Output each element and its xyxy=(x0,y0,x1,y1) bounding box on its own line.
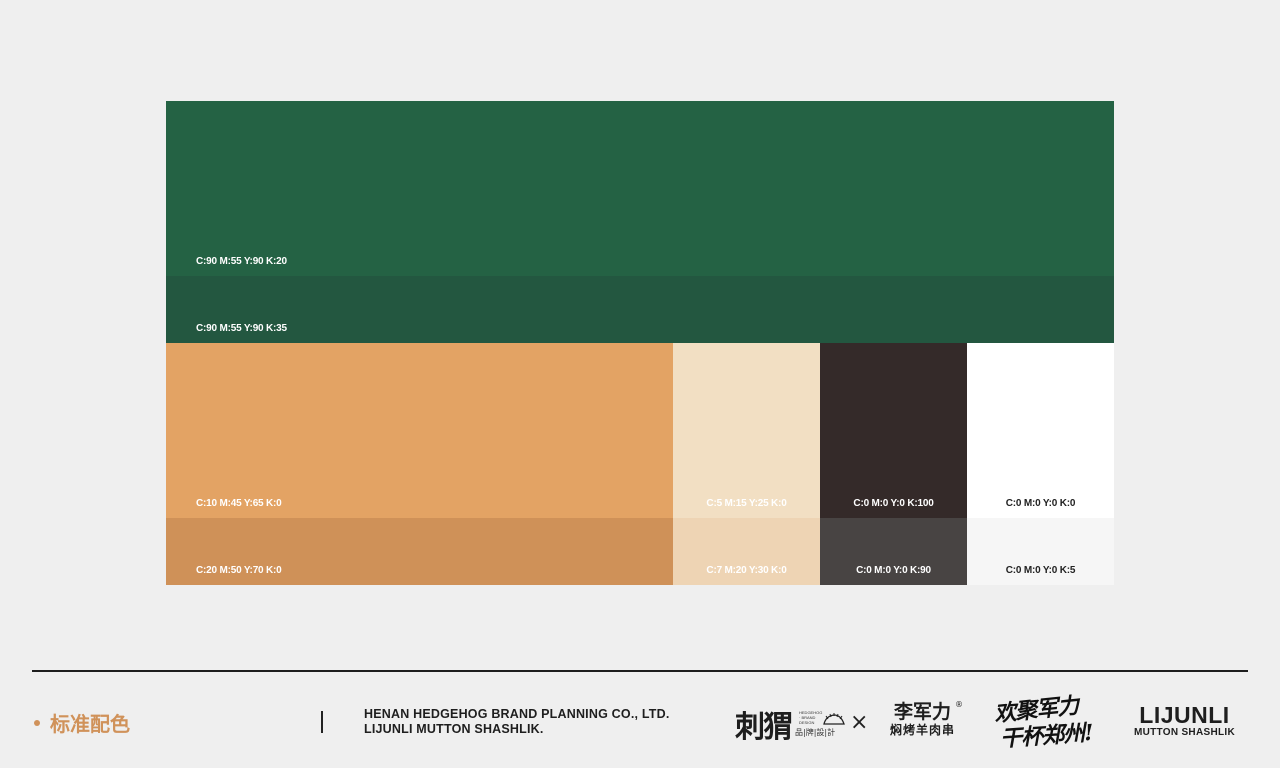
lijunli-cn-name: 李军力 xyxy=(894,701,952,723)
swatch-label: C:10 M:45 Y:65 K:0 xyxy=(196,498,282,509)
swatch-orange-main: C:10 M:45 Y:65 K:0 xyxy=(166,343,673,518)
vertical-separator xyxy=(321,711,323,733)
wordmark-sub: MUTTON SHASHLIK xyxy=(1134,727,1235,738)
lijunli-wordmark: LIJUNLI MUTTON SHASHLIK xyxy=(1134,703,1235,739)
swatch-white-main: C:0 M:0 Y:0 K:0 xyxy=(967,343,1114,518)
swatch-white-5: C:0 M:0 Y:0 K:5 xyxy=(967,518,1114,585)
swatch-cream-main: C:5 M:15 Y:25 K:0 xyxy=(673,343,820,518)
section-title-text: 标准配色 xyxy=(50,712,130,736)
section-title: 标准配色 xyxy=(34,708,130,737)
swatch-label: C:90 M:55 Y:90 K:35 xyxy=(196,323,287,334)
company-line-2: LIJUNLI MUTTON SHASHLIK. xyxy=(364,722,544,736)
swatch-label: C:0 M:0 Y:0 K:5 xyxy=(1005,565,1076,576)
registered-mark-icon: ® xyxy=(955,700,964,709)
calligraphy-slogan: 欢聚军力 干杯郑州! xyxy=(993,692,1110,753)
swatch-orange-dark: C:20 M:50 Y:70 K:0 xyxy=(166,518,673,585)
lijunli-cn-product: 焖烤羊肉串 xyxy=(890,723,956,737)
swatch-black-main: C:0 M:0 Y:0 K:100 xyxy=(820,343,967,518)
swatch-label: C:90 M:55 Y:90 K:20 xyxy=(196,256,287,267)
wordmark-name: LIJUNLI xyxy=(1139,702,1230,728)
company-info: HENAN HEDGEHOG BRAND PLANNING CO., LTD. … xyxy=(364,707,670,737)
slogan-line-2: 干杯郑州! xyxy=(999,719,1094,753)
hedgehog-logo-sub: 品|牌|設|計 xyxy=(795,728,836,737)
hedgehog-logo-en: HEDGEHOG · BRAND DESIGN xyxy=(799,710,823,725)
swatch-green-k20: C:90 M:55 Y:90 K:20 xyxy=(166,101,1114,276)
hedgehog-logo-cn: 刺猬 xyxy=(735,710,793,745)
swatch-green-k35: C:90 M:55 Y:90 K:35 xyxy=(166,276,1114,343)
color-palette: C:90 M:55 Y:90 K:20 C:90 M:55 Y:90 K:35 … xyxy=(166,101,1114,585)
swatch-label: C:0 M:0 Y:0 K:0 xyxy=(1005,498,1076,509)
lijunli-cn-logo: 李军力 焖烤羊肉串 ® xyxy=(890,700,963,737)
swatch-black-90: C:0 M:0 Y:0 K:90 xyxy=(820,518,967,585)
swatch-label: C:0 M:0 Y:0 K:90 xyxy=(856,565,931,576)
swatch-label: C:20 M:50 Y:70 K:0 xyxy=(196,565,282,576)
hedgehog-icon xyxy=(823,713,845,725)
swatch-label: C:5 M:15 Y:25 K:0 xyxy=(706,498,787,509)
swatch-cream-dark: C:7 M:20 Y:30 K:0 xyxy=(673,518,820,585)
bullet-dot-icon xyxy=(34,719,40,726)
cross-icon: × xyxy=(850,710,869,735)
swatch-label: C:7 M:20 Y:30 K:0 xyxy=(706,565,787,576)
swatch-label: C:0 M:0 Y:0 K:100 xyxy=(853,498,934,509)
footer-divider xyxy=(32,670,1248,672)
hedgehog-brand-logo: 刺猬 HEDGEHOG · BRAND DESIGN 品|牌|設|計 xyxy=(735,702,845,746)
company-line-1: HENAN HEDGEHOG BRAND PLANNING CO., LTD. xyxy=(364,707,670,721)
